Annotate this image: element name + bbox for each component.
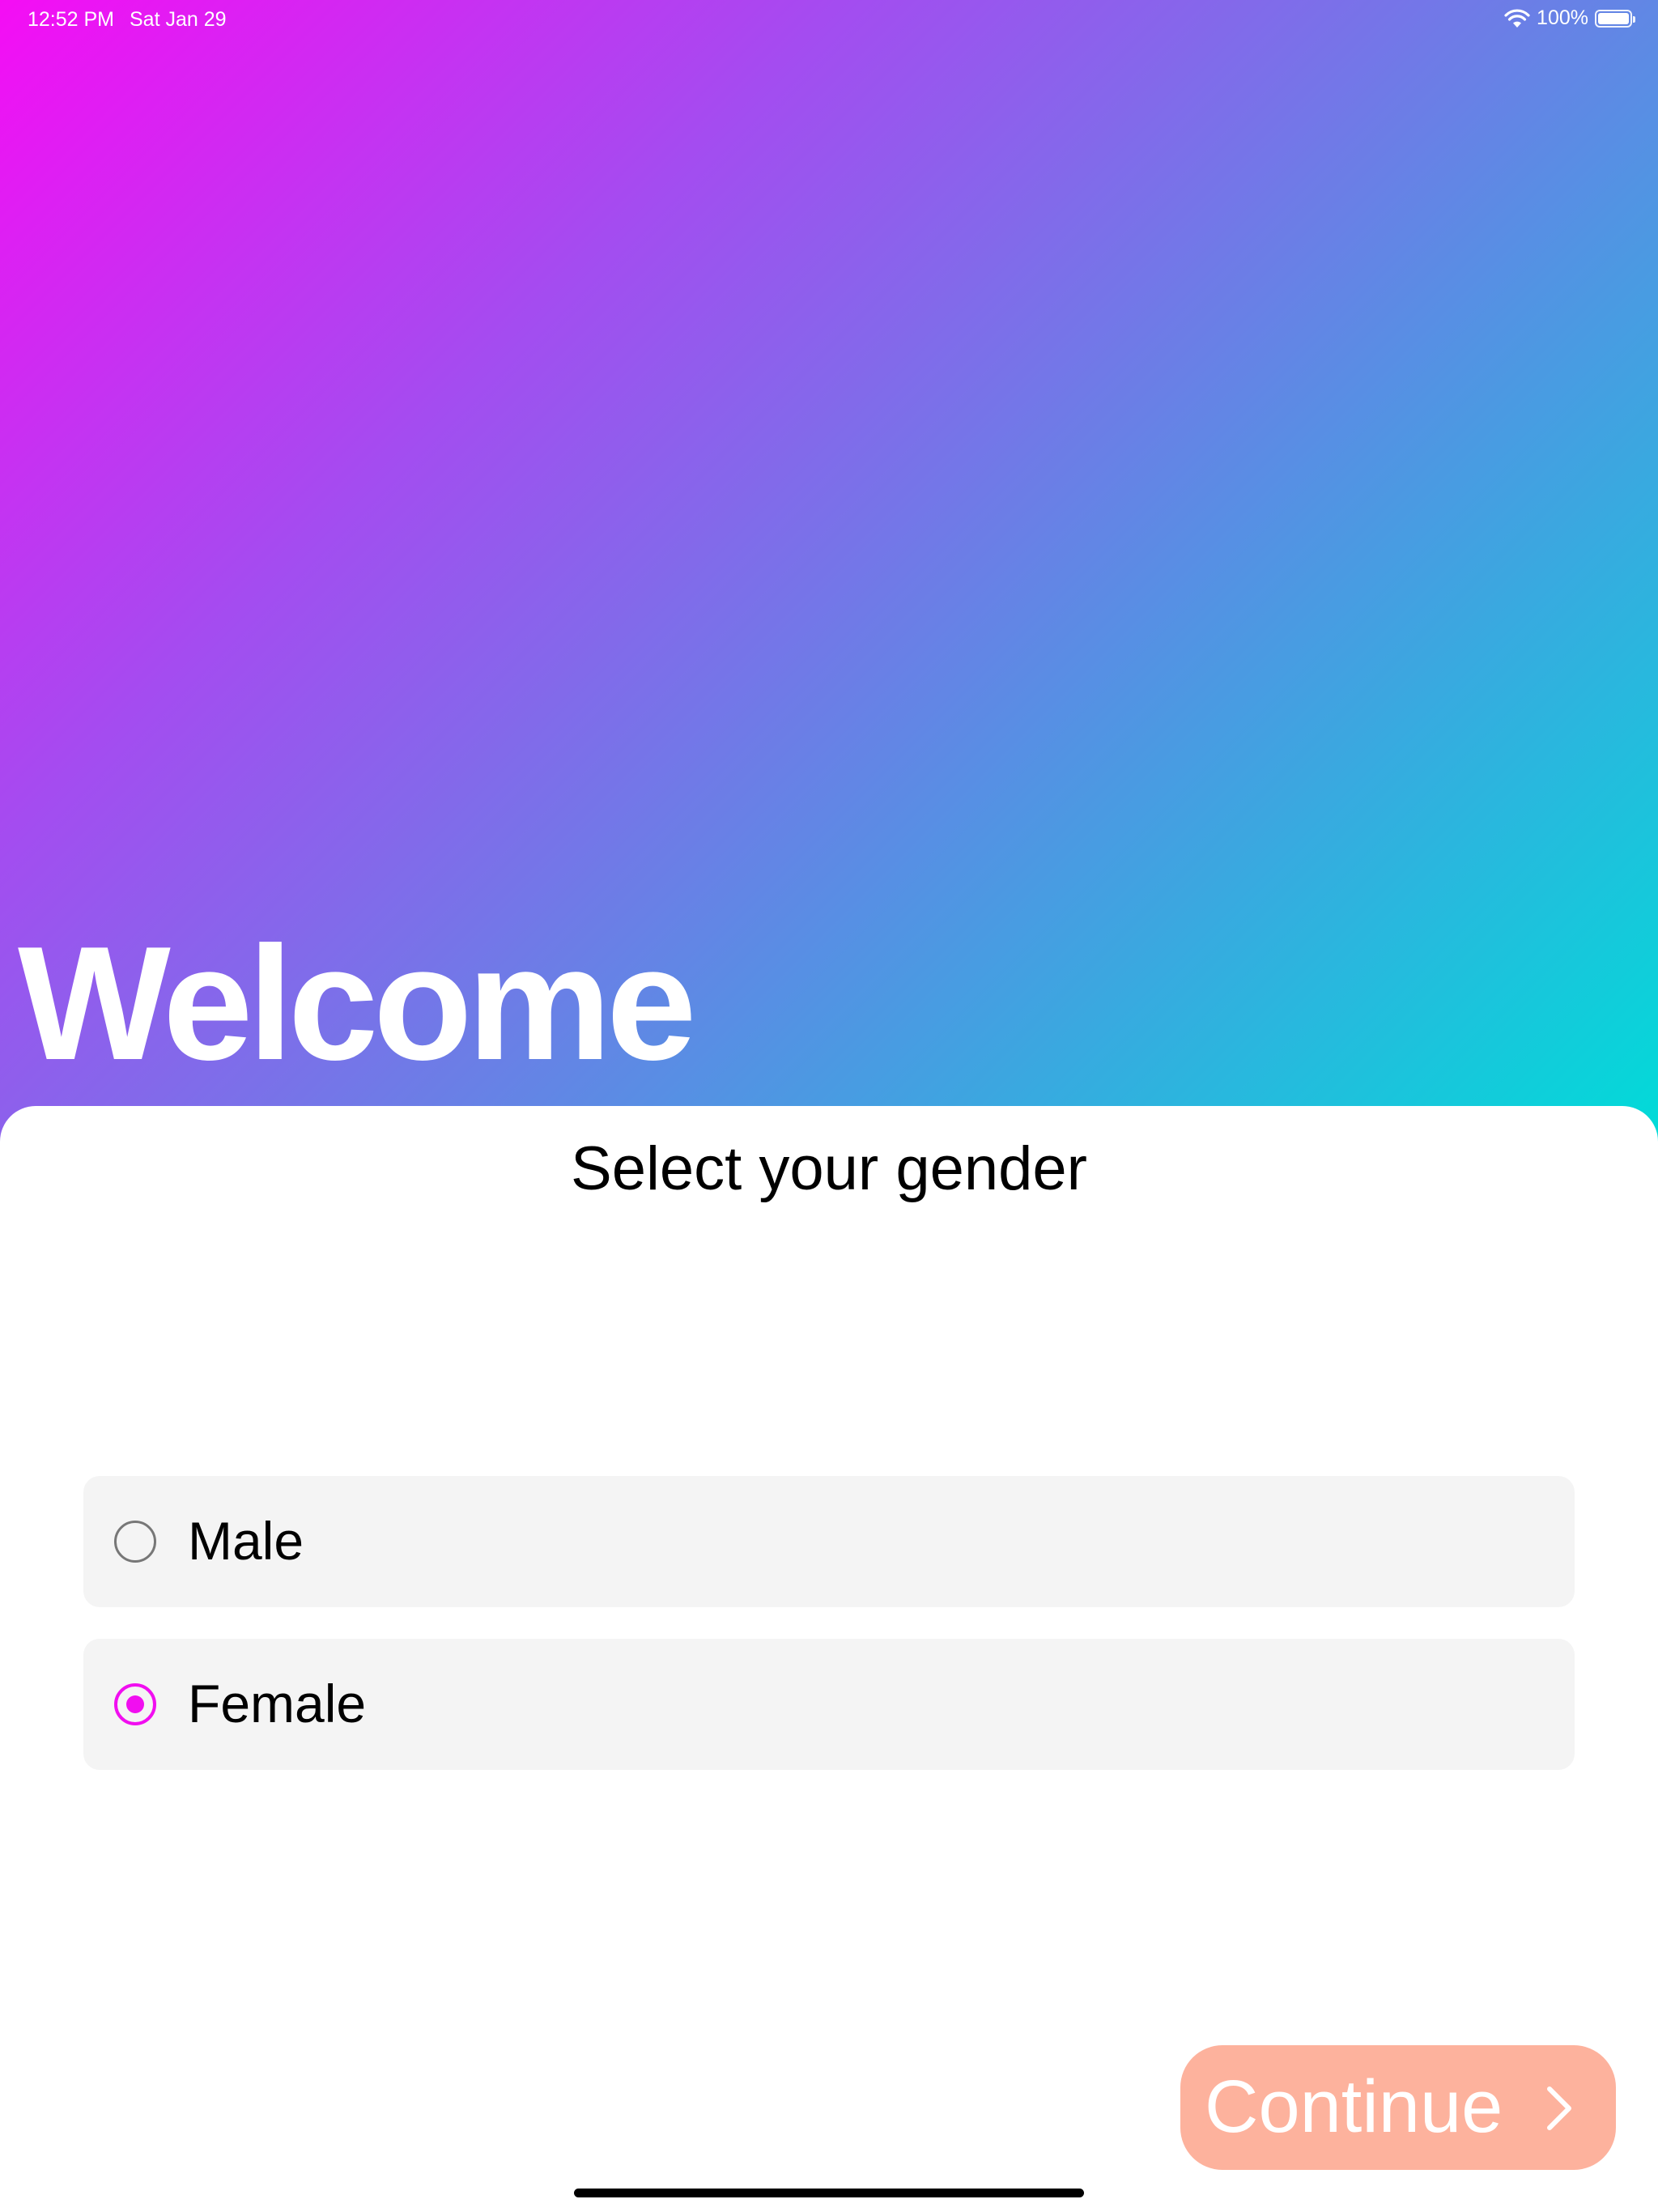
screen: 12:52 PM Sat Jan 29 100% Welcome Select …	[0, 0, 1658, 2212]
status-indicators: 100%	[1504, 6, 1635, 30]
battery-icon	[1595, 9, 1635, 28]
wifi-icon	[1504, 9, 1530, 28]
continue-button-label: Continue	[1205, 2065, 1503, 2148]
radio-button-male[interactable]	[114, 1521, 156, 1563]
gender-option-label-female: Female	[188, 1674, 367, 1733]
gender-option-male[interactable]: Male	[83, 1476, 1575, 1607]
gender-option-female[interactable]: Female	[83, 1639, 1575, 1770]
status-bar: 12:52 PM Sat Jan 29 100%	[0, 0, 1658, 39]
chevron-right-icon	[1547, 2087, 1571, 2130]
welcome-title: Welcome	[18, 913, 696, 1094]
status-date: Sat Jan 29	[130, 8, 227, 31]
battery-level-fill	[1598, 12, 1629, 24]
status-time: 12:52 PM	[28, 8, 115, 31]
continue-button[interactable]: Continue	[1180, 2045, 1616, 2170]
radio-button-female[interactable]	[114, 1683, 156, 1725]
battery-percentage: 100%	[1537, 6, 1588, 29]
select-gender-heading: Select your gender	[571, 1134, 1087, 1203]
gender-option-label-male: Male	[188, 1511, 304, 1571]
home-indicator[interactable]	[574, 2189, 1084, 2197]
